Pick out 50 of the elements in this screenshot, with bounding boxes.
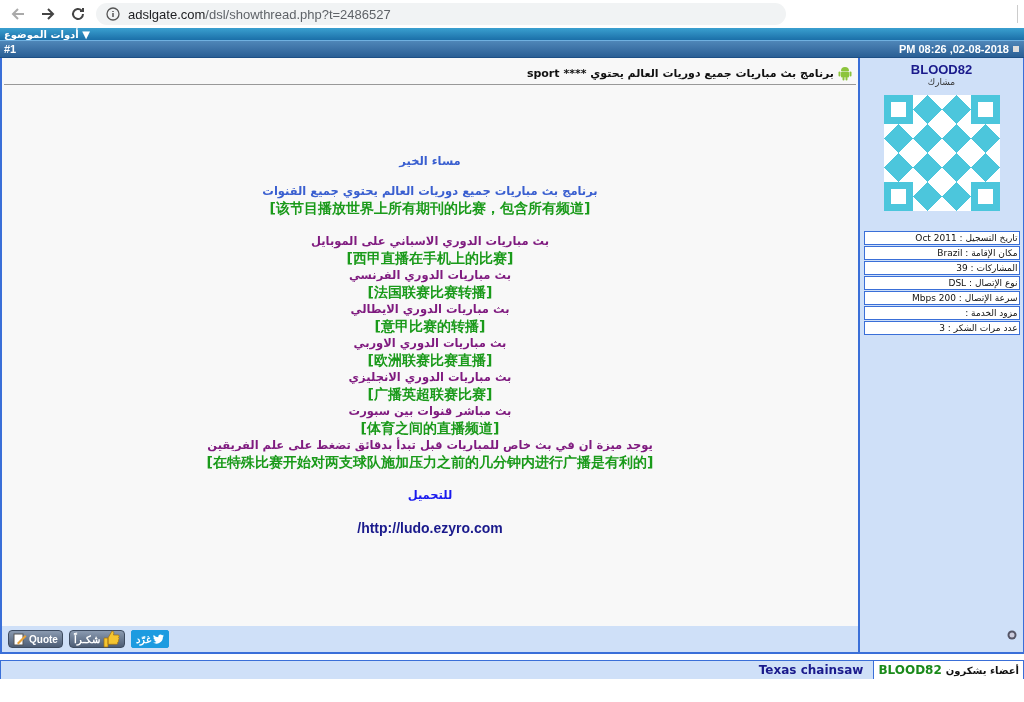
post-text-line: بث مباريات الدوري الانجليزي: [348, 370, 512, 384]
post-text-line: [法国联赛比赛转播]: [367, 283, 493, 302]
offline-status-icon: [1007, 630, 1017, 640]
profile-info-row: عدد مرات الشكر : 3: [863, 321, 1020, 335]
profile-info-row: سرعة الإتصال : 200 Mbps: [863, 291, 1020, 305]
profile-info-row: مكان الإقامة : Brazil: [863, 246, 1020, 260]
thanked-author[interactable]: BLOOD82: [878, 663, 942, 677]
post-title: برنامج بث مباريات جميع دوريات العالم يحتوي **** sport: [526, 66, 834, 80]
post-text-line: [该节目播放世界上所有期刊的比赛，包含所有频道]: [269, 199, 591, 218]
post-text-line: [在特殊比赛开始对两支球队施加压力之前的几分钟内进行广播是有利的]: [206, 453, 654, 472]
thread-tools-menu[interactable]: أدوات الموضوع ▼: [4, 30, 90, 40]
bird-icon: [152, 634, 164, 644]
post-text-line: [广播英超联赛比赛]: [367, 385, 493, 404]
post-text-line: بث مباشر قنوات بين سبورت: [348, 404, 512, 418]
post-text-line: مساء الخير: [399, 154, 461, 168]
thumbs-up-icon: [101, 630, 120, 648]
forward-arrow-icon: [40, 6, 56, 22]
back-arrow-icon: [10, 6, 26, 22]
post-text-line: للتحميل: [407, 488, 453, 502]
profile-info-row: المشاركات : 39: [863, 261, 1020, 275]
post-text-line: بث مباريات الدوري الاسباني على الموبايل: [311, 234, 549, 248]
post-text-line: [意甲比赛的转播]: [374, 317, 486, 336]
post-text-line: برنامج بث مباريات جميع دوريات العالم يحتوي جميع القنوات: [262, 184, 598, 198]
post-text-line: [西甲直播在手机上的比赛]: [346, 249, 514, 268]
post-date: PM 08:26 ,02-08-2018: [898, 43, 1009, 55]
user-rank: مشارك: [927, 77, 956, 87]
url-text: adslgate.com/dsl/showthread.php?t=2486527: [128, 6, 391, 22]
username-link[interactable]: BLOOD82: [910, 62, 973, 77]
tweet-button[interactable]: غرّد: [130, 630, 169, 648]
address-bar[interactable]: adslgate.com/dsl/showthread.php?t=2486527: [96, 3, 786, 25]
post-text-line: بث مباريات الدوري الفرنسي: [349, 268, 511, 282]
quote-button[interactable]: Quote: [8, 630, 63, 648]
profile-info-row: مزود الخدمة :: [863, 306, 1020, 320]
post-text-line: [欧洲联赛比赛直播]: [367, 351, 493, 370]
download-link[interactable]: /http://ludo.ezyro.com: [357, 518, 503, 538]
post-text-line: بث مباريات الدوري الاوربي: [353, 336, 507, 350]
thanks-button[interactable]: شكـراً: [68, 630, 125, 648]
android-icon: [838, 65, 852, 81]
post-text-line: يوجد ميزة ان في بث خاص للمباريات قبل تبدأ بدقائق تضغط على علم الفريقين: [207, 438, 653, 452]
info-icon: [106, 7, 120, 21]
reload-icon: [70, 6, 86, 22]
thanking-member-link[interactable]: Texas chainsaw: [758, 663, 864, 677]
document-icon: [1012, 45, 1020, 53]
thanks-label: أعضاء يشكرون: [945, 664, 1019, 676]
notepad-pencil-icon: [13, 632, 27, 646]
post-number[interactable]: #1: [4, 43, 17, 55]
post-text-line: بث مباريات الدوري الايطالي: [350, 302, 510, 316]
profile-info-row: نوع الإتصال : DSL: [863, 276, 1020, 290]
profile-info-row: تاريخ التسجيل : Oct 2011: [863, 231, 1020, 245]
post-text-line: [体育之间的直播频道]: [360, 419, 500, 437]
